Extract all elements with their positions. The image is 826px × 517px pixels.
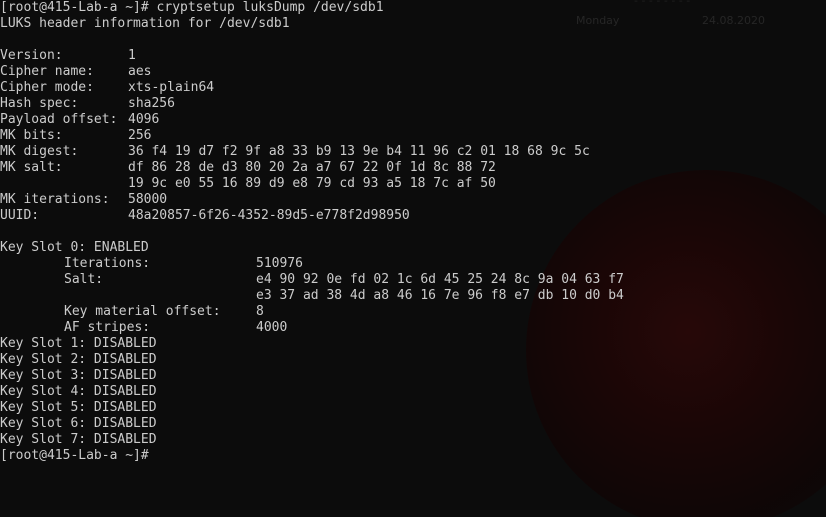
key-slot-row: Key material offset: 8 xyxy=(0,304,624,320)
field-value: sha256 xyxy=(128,96,175,111)
header-line: LUKS header information for /dev/sdb1 xyxy=(0,16,290,31)
key-slot-label: Salt: xyxy=(64,272,104,287)
key-slot-row: AF stripes: 4000 xyxy=(0,320,624,336)
terminal-output: [root@415-Lab-a ~]# cryptsetup luksDump … xyxy=(0,0,624,464)
key-slot-row: Salt: e4 90 92 0e fd 02 1c 6d 45 25 24 8c… xyxy=(0,272,624,288)
field-value: 19 9c e0 55 16 89 d9 e8 79 cd 93 a5 18 7… xyxy=(128,176,496,191)
field-row: Cipher mode: xts-plain64 xyxy=(0,80,624,96)
field-label: Hash spec: xyxy=(0,96,79,111)
prompt-line[interactable]: [root@415-Lab-a ~]# xyxy=(0,448,624,464)
field-value: 58000 xyxy=(128,192,168,207)
key-slot-label: Key material offset: xyxy=(64,304,221,319)
key-slot-value: e3 37 ad 38 4d a8 46 16 7e 96 f8 e7 db 1… xyxy=(256,288,624,303)
field-value: 4096 xyxy=(128,112,160,127)
key-slot-row: Iterations: 510976 xyxy=(0,256,624,272)
field-value: 36 f4 19 d7 f2 9f a8 33 b9 13 9e b4 11 9… xyxy=(128,144,590,159)
command-line: [root@415-Lab-a ~]# cryptsetup luksDump … xyxy=(0,0,624,16)
shell-prompt: [root@415-Lab-a ~]# xyxy=(0,0,149,15)
key-slot-0-title: Key Slot 0: ENABLED xyxy=(0,240,149,255)
key-slot-disabled-line: Key Slot 7: DISABLED xyxy=(0,432,157,447)
key-slot-row: e3 37 ad 38 4d a8 46 16 7e 96 f8 e7 db 1… xyxy=(0,288,624,304)
key-slot-label: Iterations: xyxy=(64,256,151,271)
field-label: MK digest: xyxy=(0,144,79,159)
wallpaper-top-text: - - - - - - - - xyxy=(634,0,691,7)
field-value: aes xyxy=(128,64,152,79)
terminal-window[interactable]: - - - - - - - - Monday 24.08.2020 [root@… xyxy=(0,0,826,517)
field-label: MK salt: xyxy=(0,160,63,175)
field-value: xts-plain64 xyxy=(128,80,215,95)
field-row: MK iterations: 58000 xyxy=(0,192,624,208)
field-row: MK digest: 36 f4 19 d7 f2 9f a8 33 b9 13 … xyxy=(0,144,624,160)
key-slot-label: AF stripes: xyxy=(64,320,151,335)
key-slot-value: 510976 xyxy=(256,256,303,271)
field-row: MK bits: 256 xyxy=(0,128,624,144)
key-slot-disabled-line: Key Slot 6: DISABLED xyxy=(0,416,157,431)
field-value: 48a20857-6f26-4352-89d5-e778f2d98950 xyxy=(128,208,410,223)
key-slot-value: 4000 xyxy=(256,320,288,335)
field-row: 19 9c e0 55 16 89 d9 e8 79 cd 93 a5 18 7… xyxy=(0,176,624,192)
key-slot-disabled-line: Key Slot 3: DISABLED xyxy=(0,368,157,383)
key-slot-disabled-line: Key Slot 5: DISABLED xyxy=(0,400,157,415)
field-row: MK salt: df 86 28 de d3 80 20 2a a7 67 22… xyxy=(0,160,624,176)
key-slot-value: e4 90 92 0e fd 02 1c 6d 45 25 24 8c 9a 0… xyxy=(256,272,624,287)
field-row: Hash spec: sha256 xyxy=(0,96,624,112)
field-label: MK iterations: xyxy=(0,192,110,207)
field-value: 1 xyxy=(128,48,136,63)
field-row: Cipher name: aes xyxy=(0,64,624,80)
key-slot-disabled-line: Key Slot 1: DISABLED xyxy=(0,336,157,351)
field-row: Version: 1 xyxy=(0,48,624,64)
key-slot-disabled-line: Key Slot 4: DISABLED xyxy=(0,384,157,399)
field-label: UUID: xyxy=(0,208,40,223)
field-label: Cipher name: xyxy=(0,64,94,79)
key-slot-disabled-line: Key Slot 2: DISABLED xyxy=(0,352,157,367)
command-text: cryptsetup luksDump /dev/sdb1 xyxy=(156,0,384,15)
shell-prompt: [root@415-Lab-a ~]# xyxy=(0,448,149,463)
field-row: Payload offset: 4096 xyxy=(0,112,624,128)
key-slot-value: 8 xyxy=(256,304,264,319)
field-value: df 86 28 de d3 80 20 2a a7 67 22 0f 1d 8… xyxy=(128,160,496,175)
field-label: Version: xyxy=(0,48,63,63)
field-label: Cipher mode: xyxy=(0,80,94,95)
wallpaper-date: 24.08.2020 xyxy=(702,14,765,27)
field-label: Payload offset: xyxy=(0,112,118,127)
field-value: 256 xyxy=(128,128,152,143)
field-row: UUID: 48a20857-6f26-4352-89d5-e778f2d9895… xyxy=(0,208,624,224)
field-label: MK bits: xyxy=(0,128,63,143)
